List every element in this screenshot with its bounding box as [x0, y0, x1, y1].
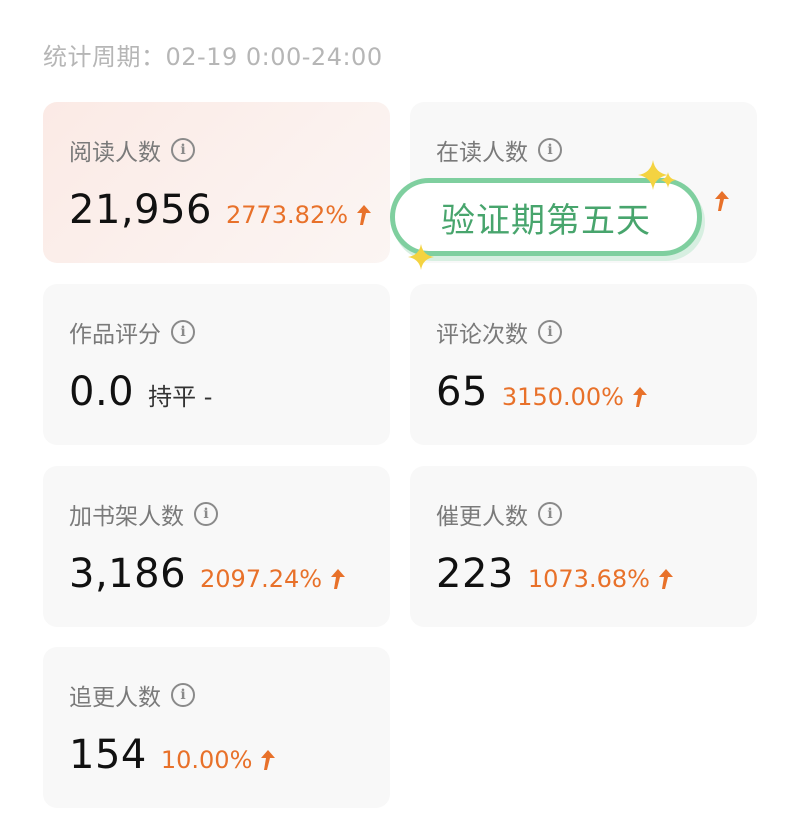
arrow-up-icon	[658, 568, 674, 590]
arrow-up-icon	[330, 568, 346, 590]
stat-card-reads[interactable]: 阅读人数 i 21,956 2773.82%	[43, 102, 390, 263]
info-icon[interactable]: i	[538, 502, 562, 526]
arrow-up-icon	[632, 386, 648, 408]
stat-change: 持平 -	[148, 383, 213, 411]
info-icon[interactable]: i	[194, 502, 218, 526]
stat-card-followers[interactable]: 追更人数 i 154 10.00%	[43, 647, 390, 808]
stat-card-comments[interactable]: 评论次数 i 65 3150.00%	[410, 284, 757, 445]
info-icon[interactable]: i	[538, 138, 562, 162]
stat-label: 评论次数	[436, 322, 528, 348]
stat-label: 加书架人数	[69, 504, 184, 530]
stat-card-urge-updates[interactable]: 催更人数 i 223 1073.68%	[410, 466, 757, 627]
stat-label: 作品评分	[69, 322, 161, 348]
stats-period: 统计周期：02-19 0:00-24:00	[43, 43, 383, 71]
info-icon[interactable]: i	[171, 138, 195, 162]
stat-change: 2097.24%	[200, 565, 323, 593]
stat-label: 在读人数	[436, 140, 528, 166]
stat-change: 2773.82%	[225, 201, 349, 229]
arrow-up-icon	[260, 749, 276, 771]
stat-value: 0.0	[69, 369, 135, 415]
info-icon[interactable]: i	[171, 683, 195, 707]
sparkle-icon	[660, 172, 676, 188]
arrow-up-icon	[356, 204, 372, 226]
stat-card-bookshelf[interactable]: 加书架人数 i 3,186 2097.24%	[43, 466, 390, 627]
stat-label: 阅读人数	[69, 140, 161, 166]
stat-change: 10.00%	[160, 746, 253, 774]
info-icon[interactable]: i	[538, 320, 562, 344]
stat-label: 追更人数	[69, 685, 161, 711]
arrow-up-icon	[714, 190, 730, 212]
stat-value: 65	[436, 369, 488, 415]
stat-value: 154	[69, 732, 147, 778]
stat-card-rating[interactable]: 作品评分 i 0.0 持平 -	[43, 284, 390, 445]
info-icon[interactable]: i	[171, 320, 195, 344]
stat-change: 1073.68%	[527, 565, 650, 593]
stat-change: 3150.00%	[501, 383, 624, 411]
stat-label: 催更人数	[436, 504, 528, 530]
stat-value: 223	[436, 551, 514, 597]
sparkle-icon	[408, 244, 434, 270]
stat-value: 21,956	[69, 187, 212, 233]
stat-value: 3,186	[69, 551, 187, 597]
verification-stamp-sticker: 验证期第五天	[390, 160, 702, 270]
